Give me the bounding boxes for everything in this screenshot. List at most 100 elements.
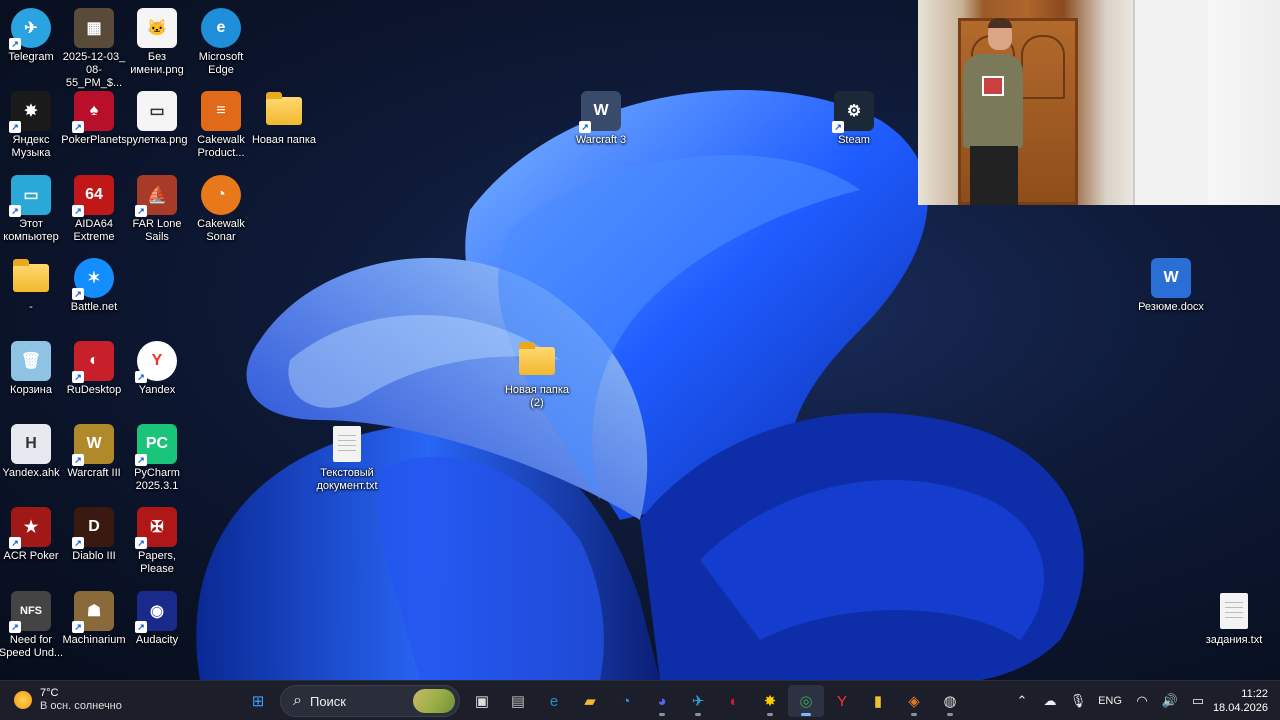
chevron-up-icon[interactable]: ⌃ — [1008, 693, 1036, 709]
taskbar-app-button[interactable]: ◔ — [608, 685, 644, 717]
desktop-icon-label: Резюме.docx — [1138, 301, 1204, 313]
desktop-icon[interactable]: ★ ↗ ACR Poker — [0, 507, 63, 563]
desktop-icon-label: Microsoft Edge — [198, 51, 244, 76]
cakewalk-sonar-icon: ◔ — [201, 175, 241, 215]
weather-widget[interactable]: 7°C В осн. солнечно — [14, 687, 122, 713]
running-indicator — [767, 713, 773, 716]
desktop-icon-label: Warcraft III — [67, 467, 121, 479]
clock[interactable]: 11:22 18.04.2026 — [1212, 687, 1280, 715]
desktop-icon[interactable]: H Yandex.ahk — [0, 424, 63, 480]
language-indicator[interactable]: ENG — [1092, 695, 1128, 707]
discord-icon: ◕ — [657, 692, 667, 710]
taskbar-app-button[interactable]: ◕ — [644, 685, 680, 717]
desktop-icon[interactable]: ⚙ ↗ Steam — [822, 91, 886, 147]
desktop-icon-label: задания.txt — [1205, 634, 1263, 646]
desktop-icon[interactable]: ▭ ↗ Этот компьютер — [0, 175, 63, 244]
acr-poker-icon: ★ ↗ — [9, 507, 51, 549]
desktop-icon[interactable]: 🗑 Корзина — [0, 341, 63, 397]
desktop-icon[interactable]: ✈ ↗ Telegram — [0, 8, 63, 64]
text-file-icon — [327, 424, 367, 464]
papers-please-icon: ✠ ↗ — [135, 507, 177, 549]
desktop-icon[interactable]: ◐ ↗ RuDesktop — [62, 341, 126, 397]
desktop-icon[interactable]: ⛵ ↗ FAR Lone Sails — [125, 175, 189, 244]
microphone-icon[interactable]: 🎙 — [1064, 693, 1092, 709]
desktop-icon[interactable]: ✸ ↗ Яндекс Музыка — [0, 91, 63, 160]
folder-icon — [264, 91, 304, 131]
desktop-icon[interactable]: ≡ Cakewalk Product... — [189, 91, 253, 160]
chrome-icon: ◎ — [799, 693, 813, 710]
obs-icon: ◍ — [943, 693, 957, 710]
desktop-icon[interactable]: ◉ ↗ Audacity — [125, 591, 189, 647]
desktop-icon[interactable]: D ↗ Diablo III — [62, 507, 126, 563]
pycharm-icon: PC ↗ — [135, 424, 177, 466]
wifi-icon[interactable]: ◠ — [1128, 693, 1156, 709]
desktop-icon[interactable]: ☗ ↗ Machinarium — [62, 591, 126, 647]
clock-date: 18.04.2026 — [1212, 702, 1268, 714]
word-document-icon: W — [1151, 258, 1191, 298]
desktop-icon[interactable]: 🐱 Без имени.png — [125, 8, 189, 77]
image-file-icon: 🐱 — [137, 8, 177, 48]
weather-condition: В осн. солнечно — [40, 700, 122, 712]
desktop-icon[interactable]: Новая папка — [252, 91, 316, 147]
desktop-icon[interactable]: ✶ ↗ Battle.net — [62, 258, 126, 314]
taskbar-app-button[interactable]: ▮ — [860, 685, 896, 717]
aida64-icon: 64 ↗ — [72, 175, 114, 217]
taskbar-search-box[interactable]: ⌕ Поиск — [280, 685, 460, 717]
desktop-icon[interactable]: e Microsoft Edge — [189, 8, 253, 77]
far-lone-sails-icon: ⛵ ↗ — [135, 175, 177, 217]
volume-icon[interactable]: 🔊 — [1156, 693, 1184, 709]
webcam-overlay — [918, 0, 1280, 205]
desktop-icon[interactable]: ✠ ↗ Papers, Please — [125, 507, 189, 576]
taskbar-app-button[interactable]: ▣ — [464, 685, 500, 717]
desktop-icon[interactable]: ▭ рулетка.png — [125, 91, 189, 147]
taskbar-app-button[interactable]: ◍ — [932, 685, 968, 717]
shortcut-arrow-icon: ↗ — [9, 205, 21, 217]
desktop-icon[interactable]: W Резюме.docx — [1138, 258, 1204, 314]
onedrive-icon[interactable]: ☁ — [1036, 693, 1064, 709]
desktop[interactable]: ✈ ↗ Telegram ▦ 2025-12-03_ 08-55_PM_$... 🐱 Без… — [0, 0, 1280, 680]
taskbar-app-button[interactable]: ⊞ — [240, 685, 276, 717]
desktop-icon[interactable]: ▦ 2025-12-03_ 08-55_PM_$... — [62, 8, 126, 90]
taskbar-app-button[interactable]: ◈ — [896, 685, 932, 717]
search-highlight-image — [413, 689, 455, 713]
desktop-icon-label: Warcraft 3 — [575, 134, 627, 146]
taskbar-app-button[interactable]: e — [536, 685, 572, 717]
yandex-music-icon: ✸ ↗ — [9, 91, 51, 133]
desktop-icon-label: Yandex.ahk — [2, 467, 60, 479]
desktop-icon-label: Этот компьютер — [3, 218, 59, 243]
taskbar-app-button[interactable]: ✈ — [680, 685, 716, 717]
weather-temperature: 7°C — [40, 687, 59, 699]
desktop-icon[interactable]: ♠ ↗ PokerPlanets — [61, 91, 127, 147]
desktop-icon[interactable]: Новая папка (2) — [505, 341, 569, 410]
desktop-icon[interactable]: W ↗ Warcraft III — [62, 424, 126, 480]
webcam-person-hair — [988, 18, 1012, 28]
battery-icon[interactable]: ▭ — [1184, 693, 1212, 709]
desktop-icon[interactable]: W ↗ Warcraft 3 — [569, 91, 633, 147]
desktop-icon[interactable]: ◔ Cakewalk Sonar — [189, 175, 253, 244]
ahk-script-icon: H — [11, 424, 51, 464]
desktop-icon-label: рулетка.png — [126, 134, 188, 146]
taskbar-app-button[interactable]: ◐ — [716, 685, 752, 717]
desktop-icon-label: Telegram — [8, 51, 54, 63]
desktop-icon[interactable]: - — [0, 258, 63, 314]
taskbar-app-button[interactable]: ✸ — [752, 685, 788, 717]
desktop-icon[interactable]: задания.txt — [1202, 591, 1266, 647]
desktop-icon[interactable]: 64 ↗ AIDA64 Extreme — [62, 175, 126, 244]
desktop-icon[interactable]: PC ↗ PyCharm 2025.3.1 — [125, 424, 189, 493]
desktop-icon[interactable]: Текстовый документ.txt — [315, 424, 379, 493]
taskbar-app-button[interactable]: Y — [824, 685, 860, 717]
taskbar-app-button[interactable]: ▰ — [572, 685, 608, 717]
desktop-icon-label: Новая папка — [251, 134, 317, 146]
desktop-icon[interactable]: NFS ↗ Need for Speed Und... — [0, 591, 63, 660]
shortcut-arrow-icon: ↗ — [135, 205, 147, 217]
desktop-icon-label: Текстовый документ.txt — [316, 467, 378, 492]
taskbar-apps: ⊞ ⌕ Поиск ▣ ▤ e ▰ ◔ ◕ ✈ ◐ ✸ ◎ Y ▮ ◈ ◍ — [240, 685, 968, 717]
shortcut-arrow-icon: ↗ — [9, 537, 21, 549]
desktop-icon-label: Cakewalk Product... — [197, 134, 245, 159]
shortcut-arrow-icon: ↗ — [135, 454, 147, 466]
running-indicator — [659, 713, 665, 716]
taskbar-app-button[interactable]: ▤ — [500, 685, 536, 717]
shortcut-arrow-icon: ↗ — [72, 537, 84, 549]
taskbar-app-button[interactable]: ◎ — [788, 685, 824, 717]
desktop-icon[interactable]: Y ↗ Yandex — [125, 341, 189, 397]
